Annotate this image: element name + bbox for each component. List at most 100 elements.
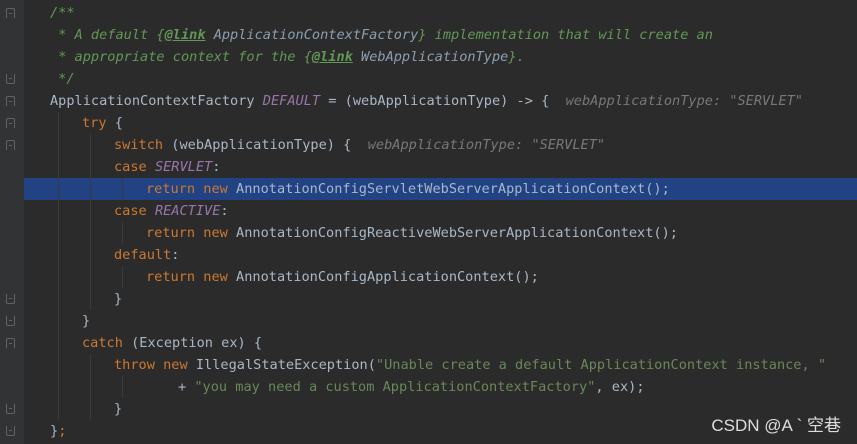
- code-text: return new AnnotationConfigServletWebSer…: [146, 178, 670, 200]
- indent-guide: [90, 288, 91, 310]
- code-line[interactable]: */: [24, 68, 857, 90]
- code-token: ApplicationContextFactory: [213, 27, 419, 43]
- code-token: return new: [146, 225, 228, 241]
- fold-close-icon[interactable]: [6, 404, 15, 414]
- code-token: /**: [50, 5, 75, 21]
- code-line-current[interactable]: return new AnnotationConfigServletWebSer…: [24, 178, 857, 200]
- code-line[interactable]: return new AnnotationConfigReactiveWebSe…: [24, 222, 857, 244]
- code-text: catch (Exception ex) {: [82, 332, 262, 354]
- indent-guide: [90, 178, 91, 200]
- indent-guide: [122, 376, 123, 398]
- code-token: switch: [114, 137, 164, 153]
- code-token: (Exception ex) {: [122, 335, 263, 351]
- indent-guide: [58, 244, 59, 266]
- code-line[interactable]: }: [24, 310, 857, 332]
- code-line[interactable]: case SERVLET:: [24, 156, 857, 178]
- code-editor[interactable]: /** * A default {@link ApplicationContex…: [0, 0, 857, 444]
- indent-guide: [58, 398, 59, 420]
- code-line[interactable]: switch (webApplicationType) { webApplica…: [24, 134, 857, 156]
- code-line[interactable]: throw new IllegalStateException("Unable …: [24, 354, 857, 376]
- code-line[interactable]: * A default {@link ApplicationContextFac…: [24, 24, 857, 46]
- fold-close-icon[interactable]: [6, 426, 15, 436]
- code-token: ApplicationContextFactory: [50, 93, 263, 109]
- fold-open-icon[interactable]: [6, 96, 15, 106]
- indent-guide: [58, 200, 59, 222]
- code-token: @link: [311, 49, 353, 65]
- code-token: +: [178, 379, 195, 395]
- code-text: + "you may need a custom ApplicationCont…: [178, 376, 645, 398]
- indent-guide: [58, 266, 59, 288]
- indent-guide: [58, 178, 59, 200]
- code-token: * A default {: [50, 27, 165, 43]
- fold-open-icon[interactable]: [6, 338, 15, 348]
- inlay-hint: webApplicationType: "SERVLET": [367, 137, 606, 153]
- code-token: AnnotationConfigApplicationContext();: [227, 269, 539, 285]
- code-token: WebApplicationType: [361, 49, 509, 65]
- fold-close-icon[interactable]: [6, 294, 15, 304]
- code-text: throw new IllegalStateException("Unable …: [114, 354, 826, 376]
- fold-open-icon[interactable]: [6, 118, 15, 128]
- code-line[interactable]: + "you may need a custom ApplicationCont…: [24, 376, 857, 398]
- code-text: return new AnnotationConfigApplicationCo…: [146, 266, 539, 288]
- indent-guide: [58, 376, 59, 398]
- indent-guide: [58, 134, 59, 156]
- code-token: try: [82, 115, 107, 131]
- code-token: throw new: [114, 357, 188, 373]
- code-line[interactable]: catch (Exception ex) {: [24, 332, 857, 354]
- indent-guide: [90, 398, 91, 420]
- code-token: }: [114, 401, 123, 417]
- code-token: :: [220, 203, 229, 219]
- code-token: :: [212, 159, 221, 175]
- code-token: } implementation that will create an: [418, 27, 713, 43]
- code-token: ;: [58, 423, 67, 439]
- inlay-hint: webApplicationType: "SERVLET": [565, 93, 803, 109]
- code-token: * appropriate context for the {: [50, 49, 312, 65]
- code-text: }: [82, 310, 90, 332]
- code-text: }: [114, 398, 122, 420]
- code-text: return new AnnotationConfigReactiveWebSe…: [146, 222, 678, 244]
- fold-open-icon[interactable]: [6, 140, 15, 150]
- code-text: /**: [50, 2, 75, 24]
- code-token: return new: [146, 181, 228, 197]
- code-text: try {: [82, 112, 123, 134]
- code-line[interactable]: try {: [24, 112, 857, 134]
- code-token: */: [50, 71, 75, 87]
- code-text: case REACTIVE:: [114, 200, 229, 222]
- code-text: ApplicationContextFactory DEFAULT = (web…: [50, 90, 803, 112]
- code-line[interactable]: return new AnnotationConfigApplicationCo…: [24, 266, 857, 288]
- fold-close-icon[interactable]: [6, 74, 15, 84]
- code-token: IllegalStateException(: [187, 357, 376, 373]
- watermark: CSDN @A ` 空巷: [711, 416, 841, 435]
- indent-guide: [122, 178, 123, 200]
- code-line[interactable]: default:: [24, 244, 857, 266]
- code-text: }: [114, 288, 122, 310]
- code-token: AnnotationConfigReactiveWebServerApplica…: [227, 225, 678, 241]
- editor-gutter[interactable]: [0, 0, 24, 444]
- code-token: , ex);: [595, 379, 645, 395]
- code-token: case: [114, 159, 147, 175]
- fold-close-icon[interactable]: [6, 316, 15, 326]
- code-line[interactable]: case REACTIVE:: [24, 200, 857, 222]
- code-text: */: [50, 68, 75, 90]
- code-text: case SERVLET:: [114, 156, 220, 178]
- code-line[interactable]: }: [24, 288, 857, 310]
- indent-guide: [58, 112, 59, 134]
- code-token: "Unable create a default ApplicationCont…: [375, 357, 827, 373]
- code-text: };: [50, 420, 66, 442]
- code-text: default:: [114, 244, 179, 266]
- indent-guide: [58, 354, 59, 376]
- code-token: case: [114, 203, 147, 219]
- code-token: }: [114, 291, 123, 307]
- code-token: SERVLET: [154, 159, 213, 175]
- fold-open-icon[interactable]: [6, 8, 15, 18]
- indent-guide: [90, 354, 91, 376]
- code-token: }: [50, 423, 59, 439]
- code-token: default: [114, 247, 172, 263]
- indent-guide: [90, 376, 91, 398]
- code-text: * A default {@link ApplicationContextFac…: [50, 24, 713, 46]
- code-line[interactable]: * appropriate context for the {@link Web…: [24, 46, 857, 68]
- code-line[interactable]: ApplicationContextFactory DEFAULT = (web…: [24, 90, 857, 112]
- code-line[interactable]: /**: [24, 2, 857, 24]
- code-token: DEFAULT: [262, 93, 321, 109]
